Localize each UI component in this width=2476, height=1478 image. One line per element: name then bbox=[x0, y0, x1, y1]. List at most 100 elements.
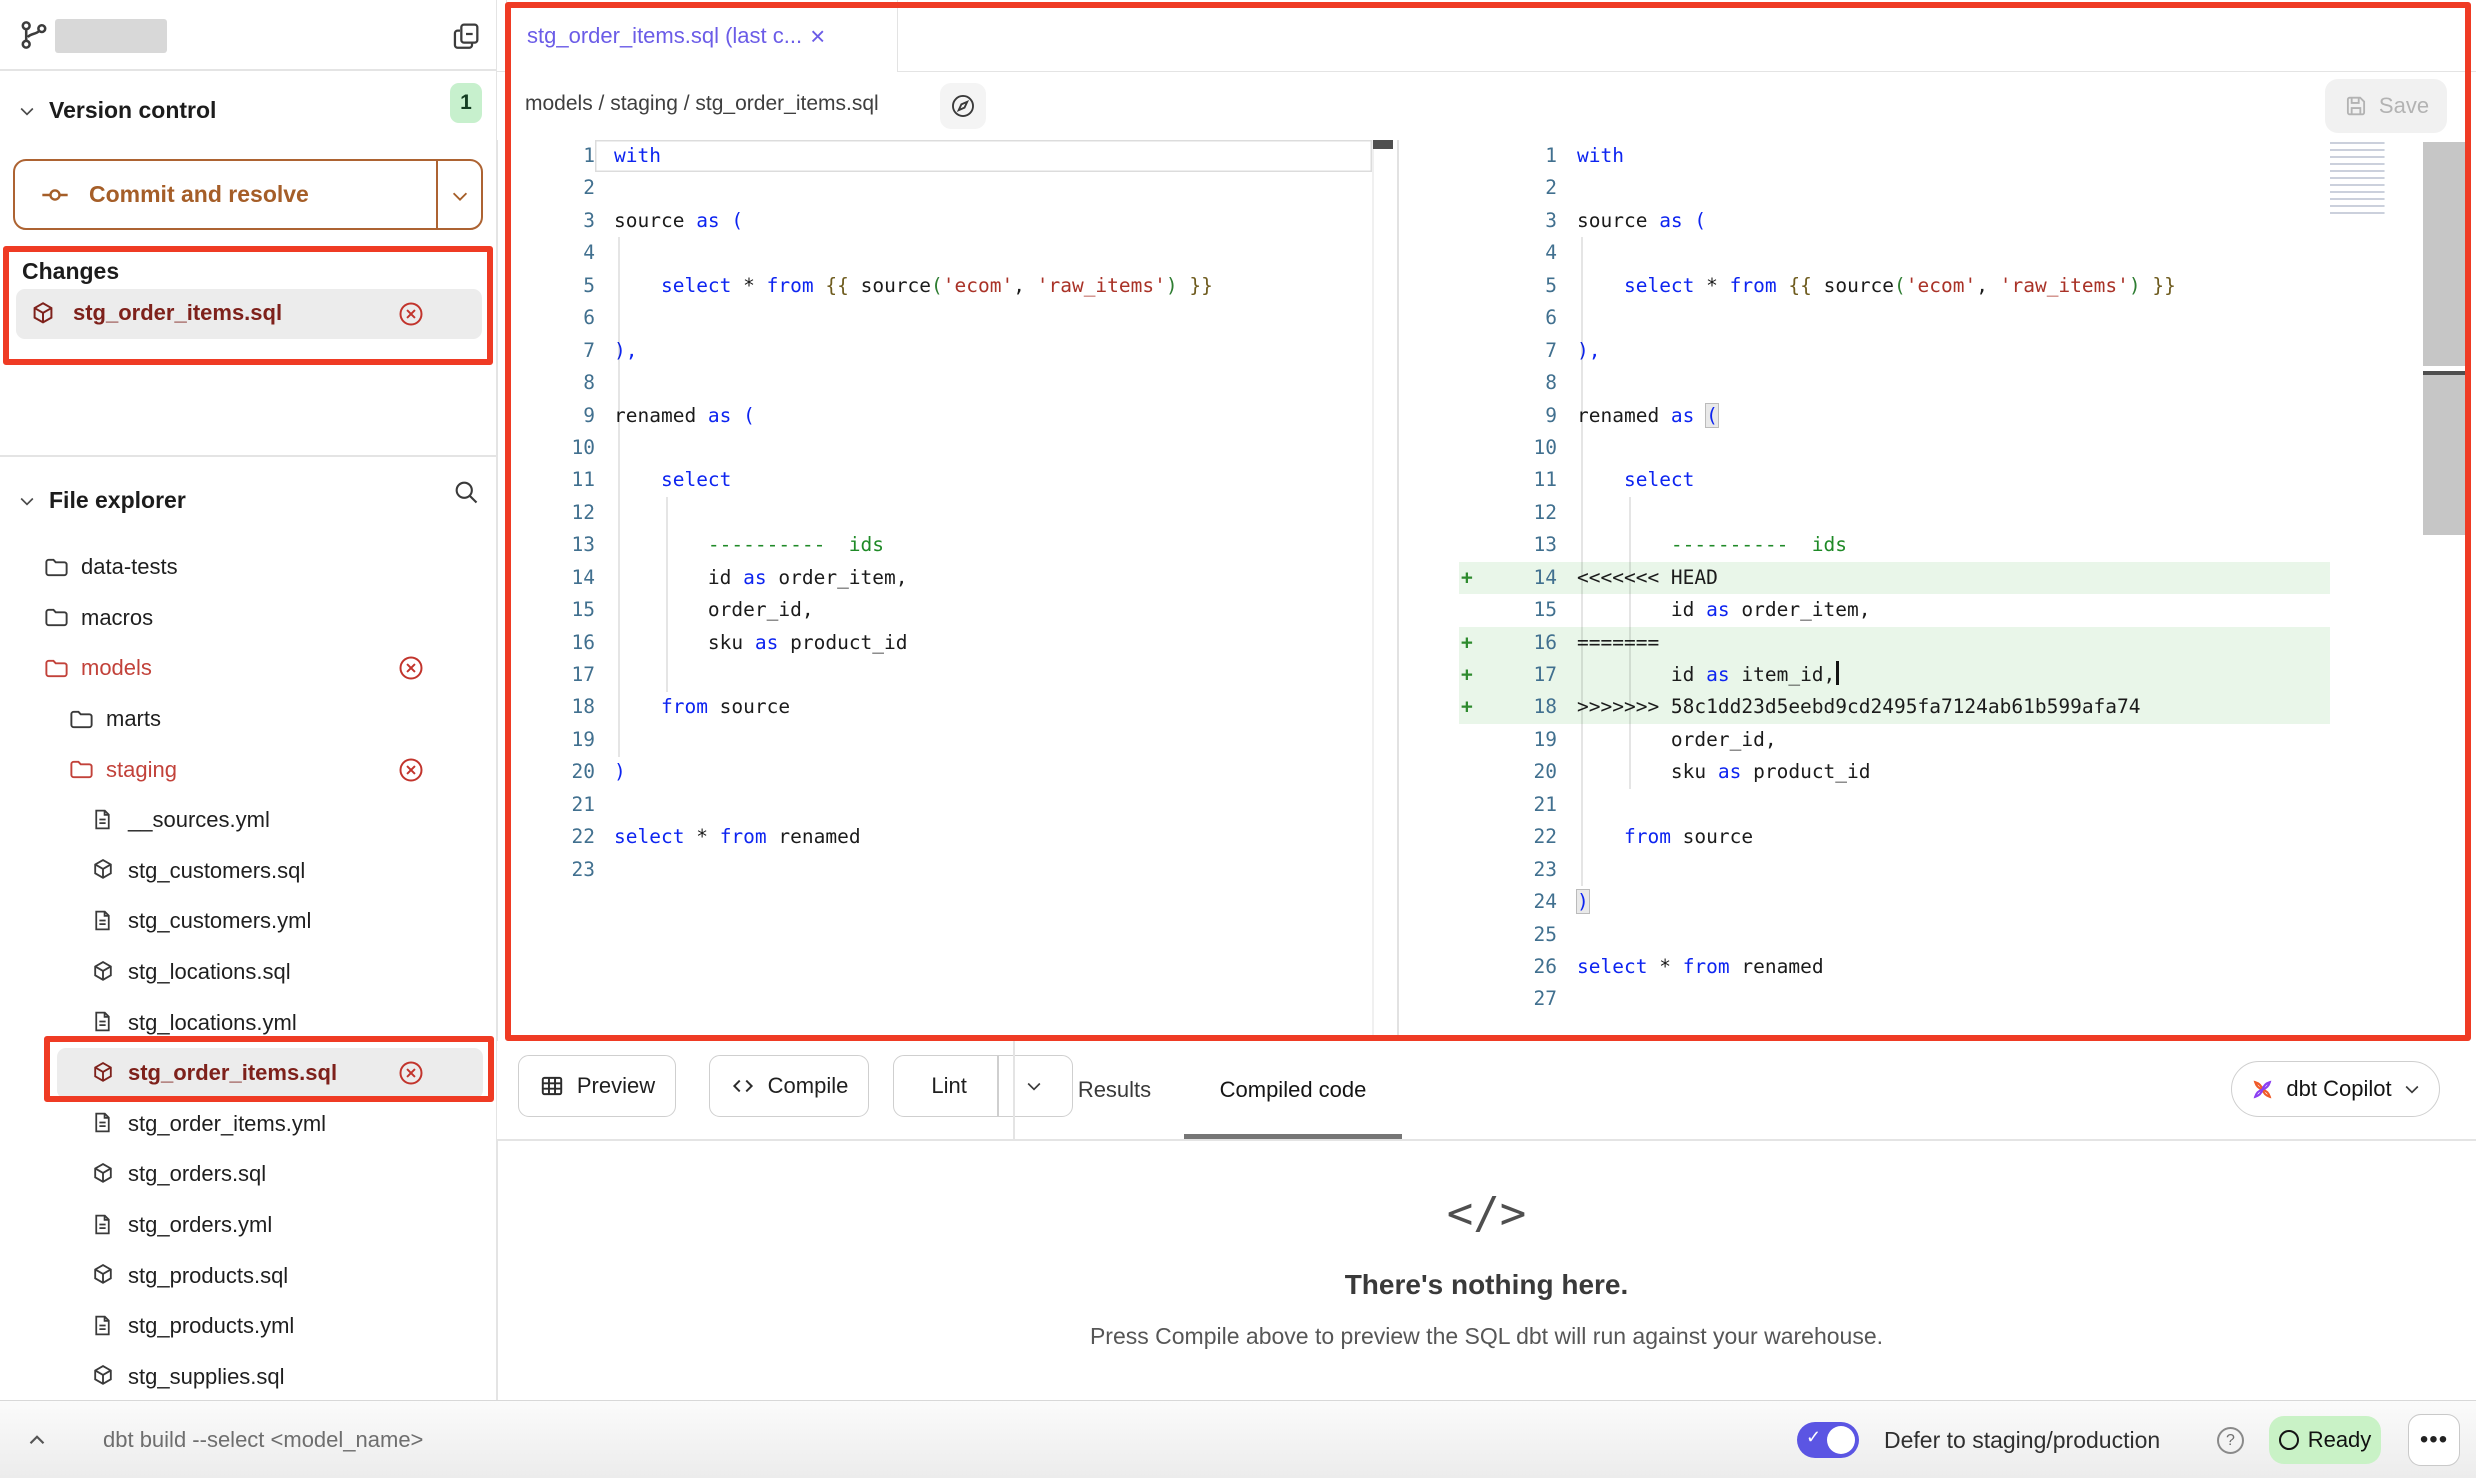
discard-change-icon[interactable] bbox=[397, 654, 425, 682]
branch-name-redacted[interactable] bbox=[55, 19, 167, 53]
file-row-stg-customers-sql[interactable]: stg_customers.sql bbox=[0, 846, 497, 897]
code-line[interactable]: 8 bbox=[1400, 367, 2476, 399]
code-line[interactable]: 22 from source bbox=[1400, 821, 2476, 853]
code-line[interactable]: 13 ---------- ids bbox=[1400, 529, 2476, 561]
file-row-stg-order-items-yml[interactable]: stg_order_items.yml bbox=[0, 1099, 497, 1150]
code-line[interactable]: 12 bbox=[1400, 497, 2476, 529]
code-line[interactable]: 10 bbox=[506, 432, 1372, 464]
file-explorer-header[interactable]: File explorer bbox=[0, 478, 497, 522]
code-line[interactable]: 5 select * from {{ source('ecom', 'raw_i… bbox=[506, 270, 1372, 302]
code-line[interactable]: 6 bbox=[506, 302, 1372, 334]
lint-split-button[interactable]: Lint bbox=[893, 1055, 1073, 1117]
preview-button[interactable]: Preview bbox=[518, 1055, 676, 1117]
right-pane-scrollbar[interactable] bbox=[2423, 142, 2469, 535]
code-line[interactable]: 16 sku as product_id bbox=[506, 627, 1372, 659]
search-icon[interactable] bbox=[452, 478, 480, 506]
lint-dropdown-chevron-icon[interactable] bbox=[1011, 1056, 1057, 1116]
code-line[interactable]: +17 id as item_id, bbox=[1400, 659, 2476, 691]
changed-file-item[interactable]: stg_order_items.sql bbox=[16, 289, 482, 339]
copy-icon[interactable] bbox=[450, 20, 482, 52]
code-line[interactable]: +16======= bbox=[1400, 627, 2476, 659]
tab-compiled-code[interactable]: Compiled code bbox=[1184, 1041, 1402, 1139]
commit-and-resolve-button[interactable]: Commit and resolve bbox=[13, 159, 483, 230]
code-line[interactable]: 17 bbox=[506, 659, 1372, 691]
minimap[interactable] bbox=[2330, 142, 2418, 214]
editor-pane-right[interactable]: 1with23source as (45 select * from {{ so… bbox=[1400, 140, 2476, 1041]
code-line[interactable]: 7), bbox=[1400, 335, 2476, 367]
pane-divider[interactable] bbox=[1397, 140, 1399, 1041]
left-pane-scrollbar[interactable] bbox=[1372, 140, 1374, 1041]
left-pane-scrollbar-thumb[interactable] bbox=[1373, 140, 1393, 149]
file-row-stg-orders-sql[interactable]: stg_orders.sql bbox=[0, 1149, 497, 1200]
code-line[interactable]: 1with bbox=[1400, 140, 2476, 172]
code-line[interactable]: 4 bbox=[1400, 237, 2476, 269]
code-line[interactable]: 23 bbox=[1400, 854, 2476, 886]
file-row-macros[interactable]: macros bbox=[0, 593, 497, 644]
code-line[interactable]: 19 order_id, bbox=[1400, 724, 2476, 756]
help-icon[interactable]: ? bbox=[2217, 1427, 2244, 1454]
code-line[interactable]: 19 bbox=[506, 724, 1372, 756]
file-row-marts[interactable]: marts bbox=[0, 694, 497, 745]
code-line[interactable]: 23 bbox=[506, 854, 1372, 886]
tab-close-icon[interactable]: × bbox=[810, 23, 825, 49]
code-line[interactable]: 21 bbox=[1400, 789, 2476, 821]
file-row-models[interactable]: models bbox=[0, 643, 497, 694]
file-row--sources-yml[interactable]: __sources.yml bbox=[0, 795, 497, 846]
code-line[interactable]: 22select * from renamed bbox=[506, 821, 1372, 853]
file-row-stg-orders-yml[interactable]: stg_orders.yml bbox=[0, 1200, 497, 1251]
tab-results[interactable]: Results bbox=[1067, 1041, 1162, 1139]
code-line[interactable]: 2 bbox=[1400, 172, 2476, 204]
code-line[interactable]: 5 select * from {{ source('ecom', 'raw_i… bbox=[1400, 270, 2476, 302]
file-row-stg-products-sql[interactable]: stg_products.sql bbox=[0, 1250, 497, 1301]
code-line[interactable]: 15 order_id, bbox=[506, 594, 1372, 626]
code-line[interactable]: 27 bbox=[1400, 983, 2476, 1015]
dbt-command-input[interactable]: dbt build --select <model_name> bbox=[103, 1401, 423, 1478]
editor-pane-left[interactable]: 1with23source as (45 select * from {{ so… bbox=[506, 140, 1372, 1041]
compile-button[interactable]: Compile bbox=[709, 1055, 869, 1117]
discard-change-icon[interactable] bbox=[397, 756, 425, 784]
code-line[interactable]: 3source as ( bbox=[1400, 205, 2476, 237]
file-row-stg-products-yml[interactable]: stg_products.yml bbox=[0, 1301, 497, 1352]
discard-change-icon[interactable] bbox=[397, 1059, 425, 1087]
code-line[interactable]: 20 sku as product_id bbox=[1400, 756, 2476, 788]
file-row-staging[interactable]: staging bbox=[0, 744, 497, 795]
code-line[interactable]: 18 from source bbox=[506, 691, 1372, 723]
code-line[interactable]: 3source as ( bbox=[506, 205, 1372, 237]
code-line[interactable]: 21 bbox=[506, 789, 1372, 821]
code-line[interactable]: 6 bbox=[1400, 302, 2476, 334]
save-button[interactable]: Save bbox=[2325, 79, 2447, 133]
lineage-compass-icon[interactable] bbox=[940, 83, 986, 129]
expand-panel-chevron-icon[interactable] bbox=[24, 1427, 50, 1453]
code-line[interactable]: 15 id as order_item, bbox=[1400, 594, 2476, 626]
version-control-header[interactable]: Version control 1 bbox=[0, 88, 497, 132]
code-line[interactable]: 25 bbox=[1400, 919, 2476, 951]
code-line[interactable]: 14 id as order_item, bbox=[506, 562, 1372, 594]
file-row-stg-supplies-sql[interactable]: stg_supplies.sql bbox=[0, 1352, 497, 1403]
code-line[interactable]: 4 bbox=[506, 237, 1372, 269]
more-options-button[interactable]: ••• bbox=[2408, 1414, 2460, 1466]
code-line[interactable]: +14<<<<<<< HEAD bbox=[1400, 562, 2476, 594]
file-row-stg-customers-yml[interactable]: stg_customers.yml bbox=[0, 896, 497, 947]
file-row-stg-locations-yml[interactable]: stg_locations.yml bbox=[0, 997, 497, 1048]
code-line[interactable]: 20) bbox=[506, 756, 1372, 788]
code-line[interactable]: 11 select bbox=[1400, 464, 2476, 496]
code-line[interactable]: 9renamed as ( bbox=[1400, 400, 2476, 432]
file-row-data-tests[interactable]: data-tests bbox=[0, 542, 497, 593]
code-line[interactable]: 11 select bbox=[506, 464, 1372, 496]
lint-label[interactable]: Lint bbox=[909, 1073, 984, 1099]
file-row-stg-order-items-sql[interactable]: stg_order_items.sql bbox=[57, 1048, 483, 1099]
tab-stg-order-items[interactable]: stg_order_items.sql (last c... × bbox=[506, 0, 898, 72]
code-line[interactable]: 10 bbox=[1400, 432, 2476, 464]
code-line[interactable]: 7), bbox=[506, 335, 1372, 367]
dbt-copilot-button[interactable]: dbt Copilot bbox=[2231, 1061, 2440, 1117]
code-line[interactable]: +18>>>>>>> 58c1dd23d5eebd9cd2495fa7124ab… bbox=[1400, 691, 2476, 723]
code-line[interactable]: 9renamed as ( bbox=[506, 400, 1372, 432]
defer-toggle[interactable]: ✓ bbox=[1797, 1422, 1859, 1458]
code-line[interactable]: 1with bbox=[506, 140, 1372, 172]
discard-change-icon[interactable] bbox=[397, 300, 425, 328]
file-row-stg-locations-sql[interactable]: stg_locations.sql bbox=[0, 947, 497, 998]
code-line[interactable]: 24) bbox=[1400, 886, 2476, 918]
status-ready-badge[interactable]: Ready bbox=[2269, 1416, 2381, 1464]
code-line[interactable]: 12 bbox=[506, 497, 1372, 529]
code-line[interactable]: 2 bbox=[506, 172, 1372, 204]
